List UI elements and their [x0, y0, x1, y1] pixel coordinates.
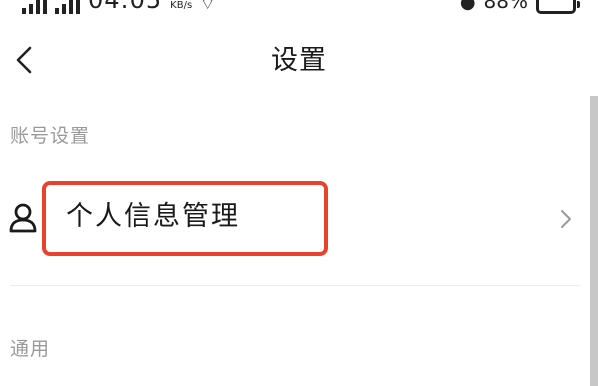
alarm-icon: ● [459, 0, 476, 13]
user-icon [9, 203, 37, 233]
signal-icon [22, 0, 47, 14]
status-right: ● 88% [459, 0, 580, 14]
section-label-account: 账号设置 [10, 125, 91, 147]
battery-icon [536, 0, 580, 14]
status-time: 04:05 [88, 0, 163, 14]
personal-info-row[interactable]: 个人信息管理 [0, 180, 590, 258]
scrollbar[interactable] [590, 96, 598, 386]
personal-info-label: 个人信息管理 [66, 201, 240, 232]
settings-screen: 04:05 KB/s ⌔ ● 88% 设置 账号设置 个人信息管理 通用 [0, 0, 598, 386]
chevron-right-icon [561, 210, 571, 228]
network-speed: KB/s [170, 0, 193, 11]
status-bar: 04:05 KB/s ⌔ ● 88% [0, 0, 598, 14]
page-title: 设置 [271, 45, 327, 76]
wifi-icon: ⌔ [200, 0, 216, 13]
battery-percent: 88% [483, 0, 528, 13]
nav-bar: 设置 [0, 28, 598, 92]
section-label-general: 通用 [10, 338, 51, 360]
status-left: 04:05 KB/s ⌔ [22, 0, 215, 14]
divider [10, 285, 580, 286]
signal-icon-2 [55, 0, 80, 14]
